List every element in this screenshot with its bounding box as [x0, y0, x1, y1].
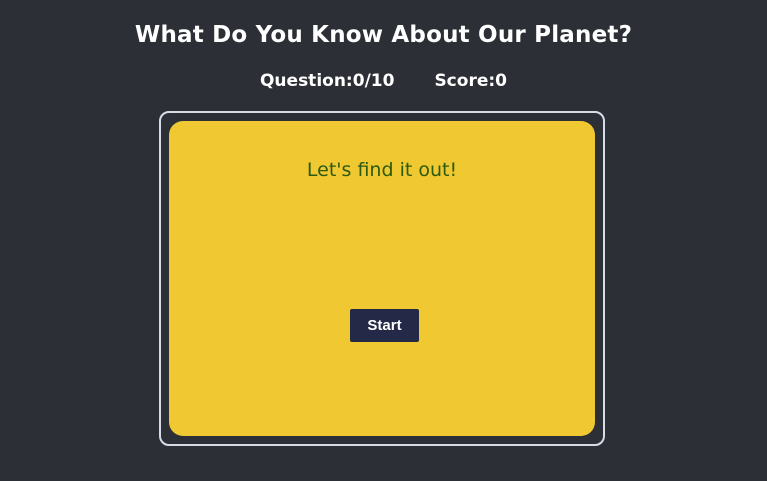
question-counter: Question: 0/10: [260, 71, 394, 91]
score-label: Score:: [434, 71, 496, 91]
question-value: 0/10: [352, 71, 395, 91]
intro-prompt: Let's find it out!: [306, 159, 458, 181]
quiz-card-frame: Let's find it out! Start: [159, 111, 605, 446]
start-button[interactable]: Start: [350, 309, 419, 342]
page-title: What Do You Know About Our Planet?: [134, 22, 633, 48]
stats-bar: Question: 0/10 Score: 0: [0, 71, 767, 91]
quiz-page: What Do You Know About Our Planet? Quest…: [0, 0, 767, 481]
score-counter: Score: 0: [434, 71, 507, 91]
question-label: Question:: [259, 71, 353, 91]
score-value: 0: [495, 71, 507, 91]
quiz-card: Let's find it out! Start: [169, 121, 595, 436]
